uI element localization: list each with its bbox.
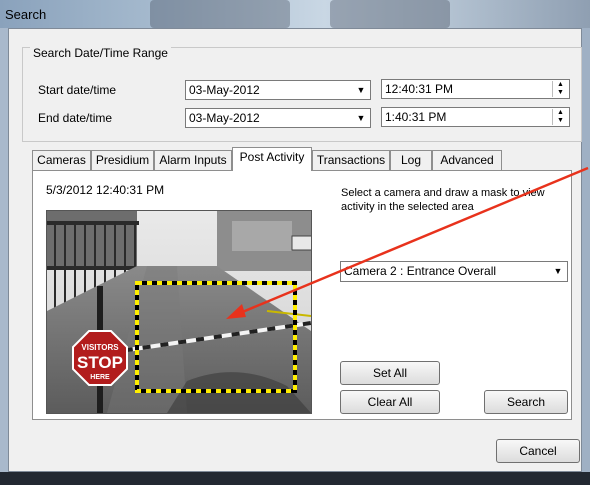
camera-select-value: Camera 2 : Entrance Overall <box>344 264 497 278</box>
end-date-label: End date/time <box>38 111 113 125</box>
tab-alarm-inputs[interactable]: Alarm Inputs <box>154 150 232 170</box>
date-range-group-label: Search Date/Time Range <box>30 46 171 60</box>
camera-frame-image: VISITORS STOP HERE <box>47 211 311 413</box>
tab-cameras[interactable]: Cameras <box>32 150 91 170</box>
search-button[interactable]: Search <box>484 390 568 414</box>
instruction-line-1: Select a camera and draw a mask to view <box>341 187 545 199</box>
spin-down-icon[interactable]: ▼ <box>553 89 568 97</box>
set-all-button[interactable]: Set All <box>340 361 440 385</box>
end-time-value: 1:40:31 PM <box>385 110 447 124</box>
title-bar: Search <box>0 0 590 28</box>
camera-select[interactable]: Camera 2 : Entrance Overall ▼ <box>340 261 568 282</box>
sign-line-1: VISITORS <box>81 343 119 352</box>
window-frame-right <box>582 28 590 472</box>
sign-line-2: STOP <box>77 353 123 372</box>
background-window-ghost <box>330 0 450 28</box>
sign-line-3: HERE <box>90 374 110 381</box>
window-title: Search <box>5 7 47 22</box>
end-time-spinner[interactable]: ▲ ▼ <box>552 109 568 125</box>
camera-video-view[interactable]: VISITORS STOP HERE <box>46 210 312 414</box>
desktop-strip <box>0 472 590 485</box>
start-time-value: 12:40:31 PM <box>385 82 454 96</box>
end-time-field[interactable]: 1:40:31 PM ▲ ▼ <box>381 107 570 127</box>
chevron-down-icon[interactable]: ▼ <box>353 110 369 126</box>
start-date-picker[interactable]: 03-May-2012 ▼ <box>185 80 371 100</box>
start-date-label: Start date/time <box>38 83 117 97</box>
window-frame-left <box>0 28 8 472</box>
spin-up-icon[interactable]: ▲ <box>553 81 568 89</box>
tab-presidium[interactable]: Presidium <box>91 150 154 170</box>
clear-all-button[interactable]: Clear All <box>340 390 440 414</box>
tab-log[interactable]: Log <box>390 150 432 170</box>
end-date-value: 03-May-2012 <box>189 111 260 125</box>
cancel-button[interactable]: Cancel <box>496 439 580 463</box>
start-time-field[interactable]: 12:40:31 PM ▲ ▼ <box>381 79 570 99</box>
start-time-spinner[interactable]: ▲ ▼ <box>552 81 568 97</box>
start-date-value: 03-May-2012 <box>189 83 260 97</box>
tab-advanced[interactable]: Advanced <box>432 150 502 170</box>
instruction-line-2: activity in the selected area <box>341 201 474 213</box>
video-timestamp: 5/3/2012 12:40:31 PM <box>46 183 165 197</box>
end-date-picker[interactable]: 03-May-2012 ▼ <box>185 108 371 128</box>
spin-down-icon[interactable]: ▼ <box>553 117 568 125</box>
background-window-ghost <box>150 0 290 28</box>
spin-up-icon[interactable]: ▲ <box>553 109 568 117</box>
chevron-down-icon[interactable]: ▼ <box>353 82 369 98</box>
tab-post-activity[interactable]: Post Activity <box>232 147 312 171</box>
chevron-down-icon[interactable]: ▼ <box>550 263 566 279</box>
tab-transactions[interactable]: Transactions <box>312 150 390 170</box>
